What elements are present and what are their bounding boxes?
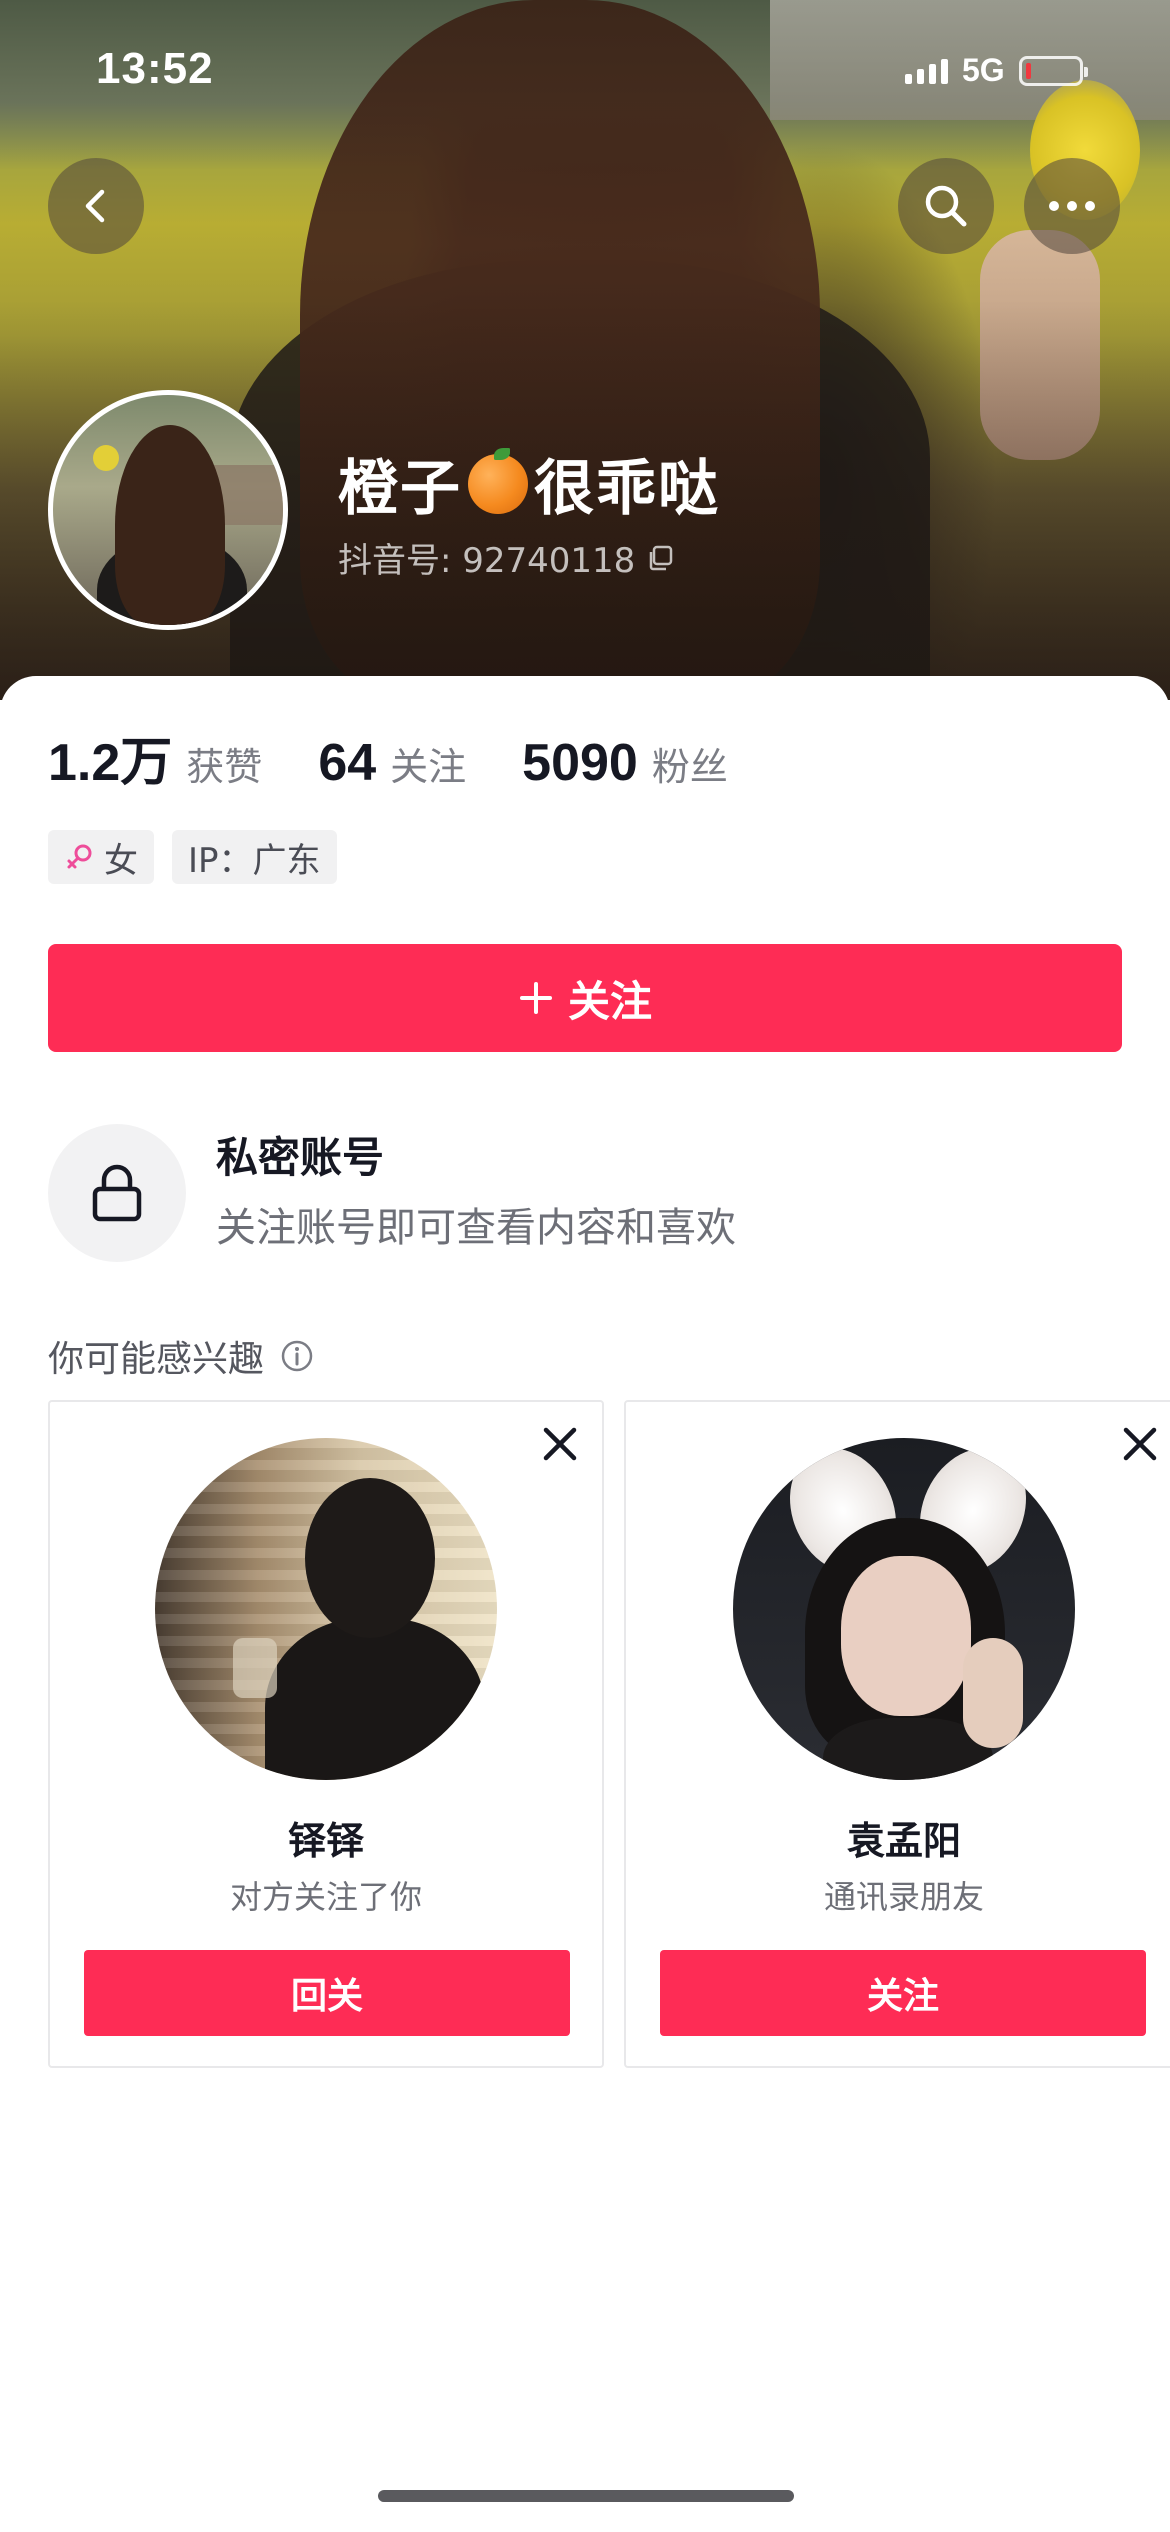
info-icon[interactable] xyxy=(280,1339,314,1373)
stat-followers[interactable]: 5090 粉丝 xyxy=(522,733,728,793)
douyin-id[interactable]: 抖音号: 92740118 xyxy=(338,533,675,582)
profile-stats: 1.2万 获赞 64 关注 5090 粉丝 xyxy=(48,720,784,795)
profile-name-suffix: 很乖哒 xyxy=(534,454,720,524)
stat-following-label: 关注 xyxy=(390,745,467,789)
follow-button[interactable]: 关注 xyxy=(48,944,1122,1052)
battery-icon xyxy=(1018,55,1088,86)
suggestion-card[interactable]: 袁孟阳 通讯录朋友 关注 xyxy=(624,1400,1170,2068)
status-time: 13:52 xyxy=(96,44,214,93)
douyin-id-label: 抖音号: 92740118 xyxy=(338,541,636,581)
suggestion-follow-button[interactable]: 关注 xyxy=(660,1950,1146,2036)
search-button[interactable] xyxy=(898,158,994,254)
gender-tag: 女 xyxy=(48,830,154,884)
suggestion-avatar[interactable] xyxy=(733,1438,1075,1780)
private-account-title: 私密账号 xyxy=(216,1132,385,1182)
more-horizontal-icon xyxy=(1049,201,1095,211)
follow-back-button[interactable]: 回关 xyxy=(84,1950,570,2036)
profile-avatar[interactable] xyxy=(48,390,288,630)
orange-emoji-icon xyxy=(468,447,528,514)
suggestion-reason: 通讯录朋友 xyxy=(823,1878,984,1916)
private-account-notice: 私密账号 关注账号即可查看内容和喜欢 xyxy=(48,1124,736,1262)
profile-page: 13:52 5G 橙子 很乖哒 抖音号: 92740118 1.2万 获赞 64… xyxy=(0,0,1170,2532)
home-indicator[interactable] xyxy=(378,2490,794,2502)
ip-label: IP：广东 xyxy=(188,840,321,881)
profile-tags: 女 IP：广东 xyxy=(48,830,337,884)
close-icon[interactable] xyxy=(538,1422,582,1466)
close-icon[interactable] xyxy=(1118,1422,1162,1466)
copy-icon[interactable] xyxy=(645,543,675,573)
back-button[interactable] xyxy=(48,158,144,254)
follow-button-label: 关注 xyxy=(567,976,652,1026)
suggestion-reason: 对方关注了你 xyxy=(229,1878,422,1916)
stat-likes[interactable]: 1.2万 获赞 xyxy=(48,720,262,795)
search-icon xyxy=(925,185,967,227)
stat-likes-label: 获赞 xyxy=(186,745,263,789)
chevron-left-icon xyxy=(85,189,105,223)
suggestion-name[interactable]: 袁孟阳 xyxy=(626,1810,1170,1865)
suggestion-name[interactable]: 铎铎 xyxy=(50,1810,602,1865)
lock-badge xyxy=(48,1124,186,1262)
private-account-description: 关注账号即可查看内容和喜欢 xyxy=(216,1205,736,1252)
stat-following[interactable]: 64 关注 xyxy=(318,733,466,793)
female-icon xyxy=(67,844,92,869)
status-indicators: 5G xyxy=(905,52,1088,89)
lock-icon xyxy=(92,1164,142,1222)
network-type: 5G xyxy=(962,52,1005,88)
suggestions-header: 你可能感兴趣 xyxy=(48,1330,314,1382)
suggestion-card[interactable]: 铎铎 对方关注了你 回关 xyxy=(48,1400,604,2068)
stat-following-value: 64 xyxy=(318,734,377,792)
stat-followers-value: 5090 xyxy=(522,734,638,792)
plus-icon xyxy=(519,982,552,1014)
ip-tag: IP：广东 xyxy=(172,830,337,884)
profile-name: 橙子 很乖哒 xyxy=(338,440,720,527)
gender-label: 女 xyxy=(104,840,138,881)
signal-icon xyxy=(905,58,948,84)
more-button[interactable] xyxy=(1024,158,1120,254)
profile-name-prefix: 橙子 xyxy=(338,454,462,524)
stat-likes-value: 1.2万 xyxy=(48,734,173,792)
stat-followers-label: 粉丝 xyxy=(651,745,728,789)
suggestions-title: 你可能感兴趣 xyxy=(48,1339,265,1380)
suggestion-avatar[interactable] xyxy=(155,1438,497,1780)
